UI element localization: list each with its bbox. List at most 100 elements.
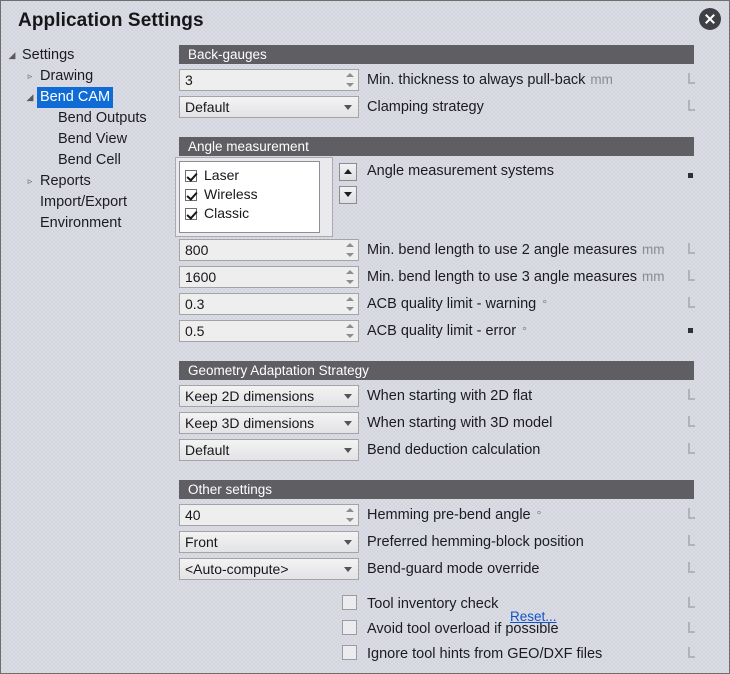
- twisty-expanded-icon[interactable]: ◢: [6, 45, 18, 66]
- modified-marker-icon[interactable]: [688, 173, 693, 178]
- twisty-collapsed-icon[interactable]: ▹: [24, 66, 36, 87]
- list-scroll-down-button[interactable]: [339, 186, 357, 204]
- sidebar-item-label: Reports: [40, 173, 91, 189]
- angle-measurement-systems-list[interactable]: Laser Wireless Classic: [179, 161, 320, 233]
- chevron-down-icon: [344, 448, 352, 453]
- list-scroll-up-button[interactable]: [339, 163, 357, 181]
- sidebar-item-label: Drawing: [40, 68, 94, 84]
- sidebar-item-label: Import/Export: [40, 194, 128, 210]
- group-header-other-settings: Other settings: [179, 480, 694, 499]
- list-item[interactable]: Wireless: [185, 185, 319, 204]
- row-label: Clamping strategy: [367, 99, 484, 115]
- when-starting-2d-select[interactable]: Keep 2D dimensions: [179, 385, 359, 407]
- ignore-tool-hints-checkbox[interactable]: [342, 645, 357, 660]
- spinner-arrows-icon[interactable]: [346, 269, 355, 287]
- bend-guard-mode-value: <Auto-compute>: [185, 561, 289, 577]
- row-label: Min. bend length to use 3 angle measures…: [367, 267, 665, 287]
- default-marker-icon[interactable]: [687, 622, 696, 633]
- chevron-down-icon: [344, 105, 352, 110]
- row-angle-measurement-systems: Laser Wireless Classic Angle measurement s…: [175, 157, 719, 237]
- checkbox-icon[interactable]: [185, 208, 197, 220]
- row-when-starting-2d: Keep 2D dimensions When starting with 2D…: [179, 385, 719, 407]
- min-bend-length-2-input[interactable]: 800: [179, 239, 359, 261]
- list-item-label: Classic: [204, 205, 250, 221]
- twisty-expanded-icon[interactable]: ◢: [24, 87, 36, 108]
- spinner-arrows-icon[interactable]: [346, 72, 355, 90]
- unit-text: mm: [642, 269, 665, 284]
- row-label: When starting with 2D flat: [367, 388, 533, 404]
- row-min-bend-length-2: 800 Min. bend length to use 2 angle meas…: [179, 239, 719, 261]
- row-label: Preferred hemming-block position: [367, 534, 584, 550]
- avoid-tool-overload-checkbox[interactable]: [342, 620, 357, 635]
- group-header-geometry-adaptation: Geometry Adaptation Strategy: [179, 361, 694, 380]
- checkbox-icon[interactable]: [185, 189, 197, 201]
- twisty-collapsed-icon[interactable]: ▹: [24, 171, 36, 192]
- sidebar-item-reports[interactable]: ▹ Reports: [13, 171, 173, 192]
- reset-link[interactable]: Reset...: [510, 609, 557, 624]
- sidebar-item-bend-outputs[interactable]: Bend Outputs: [13, 108, 173, 129]
- sidebar-item-bend-view[interactable]: Bend View: [13, 129, 173, 150]
- default-marker-icon[interactable]: [687, 416, 696, 427]
- tool-inventory-check-checkbox[interactable]: [342, 595, 357, 610]
- label-text: Min. bend length to use 3 angle measures: [367, 269, 638, 285]
- row-label: Min. thickness to always pull-back mm: [367, 70, 613, 90]
- modified-marker-icon[interactable]: [688, 328, 693, 333]
- sidebar-item-drawing[interactable]: ▹ Drawing: [13, 66, 173, 87]
- acb-warning-input[interactable]: 0.3: [179, 293, 359, 315]
- sidebar-item-label: Settings: [22, 47, 75, 63]
- list-item[interactable]: Classic: [185, 204, 319, 223]
- default-marker-icon[interactable]: [687, 389, 696, 400]
- spinner-arrows-icon[interactable]: [346, 296, 355, 314]
- default-marker-icon[interactable]: [687, 562, 696, 573]
- default-marker-icon[interactable]: [687, 508, 696, 519]
- clamping-strategy-select[interactable]: Default: [179, 96, 359, 118]
- min-thickness-input[interactable]: 3: [179, 69, 359, 91]
- min-bend-length-3-input[interactable]: 1600: [179, 266, 359, 288]
- row-label: Bend deduction calculation: [367, 442, 541, 458]
- sidebar-item-environment[interactable]: Environment: [13, 213, 173, 234]
- default-marker-icon[interactable]: [687, 100, 696, 111]
- row-acb-warning: 0.3 ACB quality limit - warning °: [179, 293, 719, 315]
- acb-error-input[interactable]: 0.5: [179, 320, 359, 342]
- min-bend-length-3-value: 1600: [185, 269, 217, 285]
- default-marker-icon[interactable]: [687, 297, 696, 308]
- when-starting-3d-select[interactable]: Keep 3D dimensions: [179, 412, 359, 434]
- unit-text: mm: [642, 242, 665, 257]
- sidebar-item-import-export[interactable]: Import/Export: [13, 192, 173, 213]
- list-item[interactable]: Laser: [185, 166, 319, 185]
- sidebar-item-settings[interactable]: ◢ Settings: [9, 45, 173, 66]
- when-starting-2d-value: Keep 2D dimensions: [185, 388, 315, 404]
- checkbox-icon[interactable]: [185, 170, 197, 182]
- bend-deduction-select[interactable]: Default: [179, 439, 359, 461]
- sidebar-item-bend-cam[interactable]: ◢ Bend CAM: [13, 87, 173, 108]
- spinner-arrows-icon[interactable]: [346, 507, 355, 525]
- bend-guard-mode-select[interactable]: <Auto-compute>: [179, 558, 359, 580]
- row-label: ACB quality limit - warning °: [367, 294, 547, 314]
- row-when-starting-3d: Keep 3D dimensions When starting with 3D…: [179, 412, 719, 434]
- row-avoid-tool-overload: Avoid tool overload if possible: [179, 617, 719, 642]
- chevron-down-icon: [344, 540, 352, 545]
- default-marker-icon[interactable]: [687, 597, 696, 608]
- row-label: When starting with 3D model: [367, 415, 553, 431]
- chevron-down-icon: [344, 567, 352, 572]
- row-tool-inventory-check: Tool inventory check: [179, 592, 719, 617]
- sidebar-item-bend-cell[interactable]: Bend Cell: [13, 150, 173, 171]
- default-marker-icon[interactable]: [687, 647, 696, 658]
- hemming-pre-bend-angle-input[interactable]: 40: [179, 504, 359, 526]
- close-icon[interactable]: [699, 8, 721, 30]
- default-marker-icon[interactable]: [687, 73, 696, 84]
- default-marker-icon[interactable]: [687, 270, 696, 281]
- default-marker-icon[interactable]: [687, 443, 696, 454]
- spinner-arrows-icon[interactable]: [346, 323, 355, 341]
- angle-measurement-systems-label: Angle measurement systems: [367, 163, 554, 179]
- chevron-down-icon: [344, 421, 352, 426]
- hemming-block-position-select[interactable]: Front: [179, 531, 359, 553]
- unit-text: °: [522, 324, 527, 338]
- default-marker-icon[interactable]: [687, 243, 696, 254]
- row-hemming-block-position: Front Preferred hemming-block position: [179, 531, 719, 553]
- default-marker-icon[interactable]: [687, 535, 696, 546]
- sidebar-item-label: Bend Cell: [58, 152, 121, 168]
- spinner-arrows-icon[interactable]: [346, 242, 355, 260]
- group-header-angle-measurement: Angle measurement: [179, 137, 694, 156]
- min-bend-length-2-value: 800: [185, 242, 209, 258]
